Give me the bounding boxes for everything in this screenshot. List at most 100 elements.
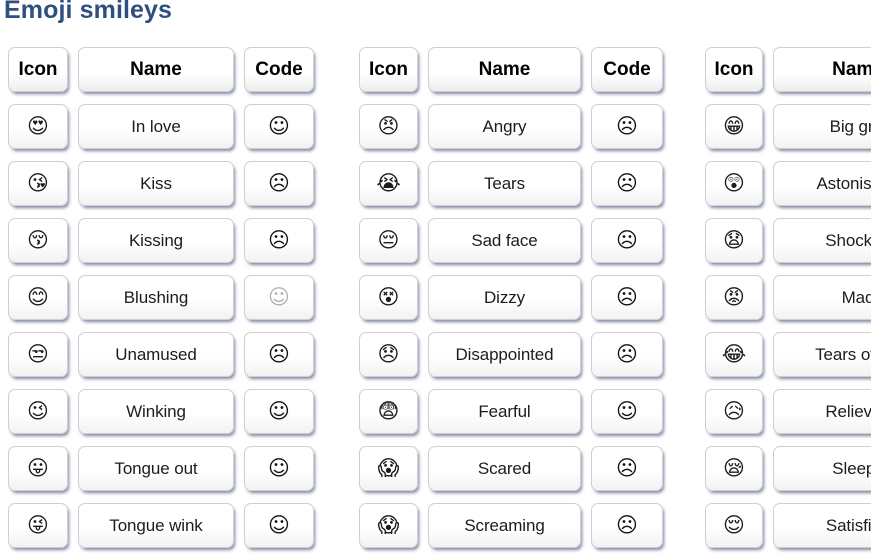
cell-icon: 😠 <box>359 104 418 149</box>
emoji-name-label: In love <box>131 116 181 136</box>
cell-code: ☹ <box>591 218 663 263</box>
smiling-face-with-heart-eyes-icon: 😍 <box>27 114 49 138</box>
winking-face-icon: 😉 <box>27 399 49 423</box>
emoji-name-label: Relieved <box>825 401 871 421</box>
cell-icon: 😉 <box>8 389 68 434</box>
cell-icon: 😒 <box>8 332 68 377</box>
table-row: 😪 Sleepy <box>705 443 871 494</box>
table-header-row: IconName <box>705 44 871 95</box>
cell-icon: 😧 <box>705 218 763 263</box>
cell-icon: 😜 <box>8 503 68 548</box>
loudly-crying-face-icon: 😭 <box>376 171 401 195</box>
cell-code: ☹ <box>591 104 663 149</box>
emoji-name-label: Fearful <box>478 401 531 421</box>
code-glyph-disappointed: ☹ <box>616 342 638 366</box>
pouting-face-red-icon: 😡 <box>723 285 745 309</box>
emoji-name-label: Satisfied <box>825 515 871 535</box>
cell-name: Relieved <box>773 389 871 434</box>
emoji-name-label: Big grin <box>829 116 871 136</box>
cell-name: Tears of joy <box>773 332 871 377</box>
table-row: 😒 Unamused ☹ <box>8 329 314 380</box>
cell-name: Astonished <box>773 161 871 206</box>
emoji-name-label: Tears <box>483 173 526 193</box>
angry-face-icon: 😠 <box>377 114 400 138</box>
table-row: 😨 Fearful ☺ <box>359 386 663 437</box>
emoji-name-label: Disappointed <box>455 344 554 364</box>
cell-icon: 😍 <box>8 104 68 149</box>
cell-name: Winking <box>78 389 234 434</box>
header-cell-code: Code <box>244 47 314 92</box>
table-row: 😘 Kiss ☹ <box>8 158 314 209</box>
code-glyph-blushing: ☺ <box>268 285 290 309</box>
header-cell-icon: Icon <box>705 47 763 92</box>
cell-name: Screaming <box>428 503 581 548</box>
beaming-face-icon: 😁 <box>723 114 745 138</box>
code-glyph-dizzy: ☹ <box>616 285 638 309</box>
cell-code: ☹ <box>244 161 314 206</box>
header-cell-code: Code <box>591 47 663 92</box>
table-row: 😧 Shocked <box>705 215 871 266</box>
table-row: 😵 Dizzy ☹ <box>359 272 663 323</box>
cell-name: Fearful <box>428 389 581 434</box>
cell-name: In love <box>78 104 234 149</box>
table-row: 😂 Tears of joy <box>705 329 871 380</box>
emoji-name-label: Sad face <box>471 230 538 250</box>
cell-icon: 😪 <box>705 446 763 491</box>
emoji-name-label: Tongue out <box>114 458 198 478</box>
cell-name: Tongue wink <box>78 503 234 548</box>
cell-code: ☹ <box>591 275 663 320</box>
smiling-face-blushing-icon: 😊 <box>27 285 49 309</box>
cell-name: Tongue out <box>78 446 234 491</box>
cell-code: ☺ <box>244 389 314 434</box>
pensive-face-icon: 😔 <box>377 228 400 252</box>
cell-icon: 😊 <box>8 275 68 320</box>
cell-name: Disappointed <box>428 332 581 377</box>
code-glyph-sad-face: ☹ <box>616 228 638 252</box>
face-with-tears-of-joy-icon: 😂 <box>721 342 747 366</box>
cell-name: Big grin <box>773 104 871 149</box>
face-screaming-in-fear-icon: 😱 <box>377 456 400 480</box>
table-row: 😱 Screaming ☹ <box>359 500 663 551</box>
anguished-face-icon: 😧 <box>723 228 745 252</box>
table-row: 😠 Angry ☹ <box>359 101 663 152</box>
cell-icon: 😛 <box>8 446 68 491</box>
emoji-table-1: Icon Name Code 😍 In love ☺ 😘 Kiss ☹ 😚 Kissing ☹ 😊 Blu… <box>8 44 314 557</box>
cell-code: ☹ <box>591 161 663 206</box>
table-row: 😛 Tongue out ☺ <box>8 443 314 494</box>
cell-icon: 😱 <box>359 503 418 548</box>
cell-icon: 😘 <box>8 161 68 206</box>
cell-name: Blushing <box>78 275 234 320</box>
cell-code: ☹ <box>591 332 663 377</box>
table-row: 😱 Scared ☹ <box>359 443 663 494</box>
sleepy-face-icon: 😪 <box>723 456 745 480</box>
table-row: 😞 Disappointed ☹ <box>359 329 663 380</box>
cell-name: Kissing <box>78 218 234 263</box>
cell-icon: 😞 <box>359 332 418 377</box>
cell-code: ☺ <box>591 389 663 434</box>
cell-icon: 😁 <box>705 104 763 149</box>
emoji-tables-container: Icon Name Code 😍 In love ☺ 😘 Kiss ☹ 😚 Kissing ☹ 😊 Blu… <box>0 44 871 557</box>
face-with-tongue-icon: 😛 <box>27 456 49 480</box>
code-glyph-scared: ☹ <box>616 456 638 480</box>
code-glyph-in-love: ☺ <box>268 114 290 138</box>
table-row: 😲 Astonished <box>705 158 871 209</box>
cell-name: Sad face <box>428 218 581 263</box>
dizzy-face-icon: 😵 <box>377 285 400 309</box>
fearful-face-icon: 😨 <box>377 399 400 423</box>
table-row: 😉 Winking ☺ <box>8 386 314 437</box>
table-row: 😌 Satisfied <box>705 500 871 551</box>
winking-face-with-tongue-icon: 😜 <box>27 513 49 537</box>
cell-code: ☹ <box>591 446 663 491</box>
cell-name: Dizzy <box>428 275 581 320</box>
emoji-name-label: Mad <box>841 287 871 307</box>
table-header-row: Icon Name Code <box>8 44 314 95</box>
header-cell-name: Name <box>773 47 871 92</box>
code-glyph-tongue-out: ☺ <box>268 456 290 480</box>
cell-name: Sleepy <box>773 446 871 491</box>
cell-code: ☹ <box>244 218 314 263</box>
table-row: 😊 Blushing ☺ <box>8 272 314 323</box>
cell-icon: 😵 <box>359 275 418 320</box>
cell-icon: 😨 <box>359 389 418 434</box>
cell-code: ☹ <box>591 503 663 548</box>
cell-icon: 😚 <box>8 218 68 263</box>
